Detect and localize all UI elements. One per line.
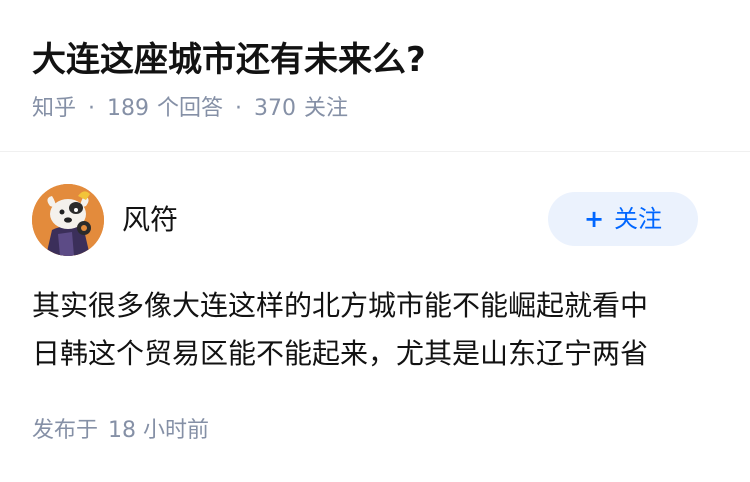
answer-content-line: 日韩这个贸易区能不能起来，尤其是山东辽宁两省: [32, 337, 649, 370]
question-title[interactable]: 大连这座城市还有未来么?: [32, 38, 426, 82]
follow-button-label: 关注: [614, 205, 663, 233]
answer-author: 风符 + 关注: [32, 184, 718, 256]
question-meta: 知乎 · 189 个回答 · 370 关注: [32, 94, 348, 124]
author-name[interactable]: 风符: [122, 202, 178, 238]
question-header: 大连这座城市还有未来么? 知乎 · 189 个回答 · 370 关注: [0, 0, 750, 152]
plus-icon: +: [583, 205, 605, 233]
answer-content[interactable]: 其实很多像大连这样的北方城市能不能崛起就看中 日韩这个贸易区能不能起来，尤其是山…: [32, 282, 712, 378]
follower-count: 370: [254, 96, 297, 121]
publish-time: 18 小时前: [108, 418, 210, 443]
source-label[interactable]: 知乎: [32, 96, 76, 121]
answer-time: 发布于 18 小时前: [32, 416, 209, 446]
answer-count: 189: [107, 96, 150, 121]
meta-separator: ·: [235, 96, 243, 121]
answer-count-label: 个回答: [157, 96, 224, 121]
dog-cartoon-avatar-icon: [32, 184, 104, 256]
follow-button[interactable]: + 关注: [548, 192, 698, 246]
follower-count-label: 关注: [304, 96, 349, 121]
avatar[interactable]: [32, 184, 104, 256]
publish-label: 发布于: [32, 418, 99, 443]
meta-separator: ·: [88, 96, 96, 121]
answer-content-line: 其实很多像大连这样的北方城市能不能崛起就看中: [32, 289, 649, 322]
